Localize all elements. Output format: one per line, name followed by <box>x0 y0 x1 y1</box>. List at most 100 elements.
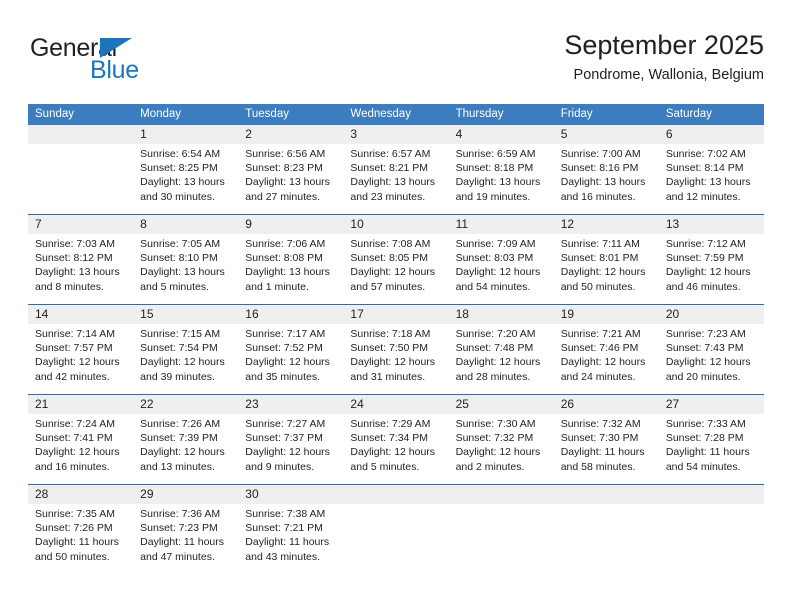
daylight-text: Daylight: 12 hours and 50 minutes. <box>560 266 646 293</box>
weekday-header-thursday: Thursday <box>455 108 504 120</box>
calendar-day-cell[interactable]: 12 Sunrise: 7:11 AM Sunset: 8:01 PM Dayligh… <box>554 215 659 304</box>
daylight-text: Daylight: 12 hours and 20 minutes. <box>665 356 751 383</box>
day-sun-info: Sunrise: 7:02 AM Sunset: 8:14 PM Daylight:… <box>666 147 757 204</box>
calendar-day-cell[interactable]: 13 Sunrise: 7:12 AM Sunset: 7:59 PM Dayligh… <box>659 215 764 304</box>
day-sun-info: Sunrise: 7:30 AM Sunset: 7:32 PM Daylight:… <box>456 417 547 474</box>
calendar-day-cell[interactable]: 24 Sunrise: 7:29 AM Sunset: 7:34 PM Dayligh… <box>343 395 448 484</box>
calendar-day-cell[interactable]: 10 Sunrise: 7:08 AM Sunset: 8:05 PM Dayligh… <box>343 215 448 304</box>
blue-triangle-icon <box>100 38 132 58</box>
day-number: 14 <box>35 307 49 321</box>
weekday-header-monday: Monday <box>140 108 182 120</box>
day-sun-info: Sunrise: 7:09 AM Sunset: 8:03 PM Daylight:… <box>456 237 547 294</box>
sunrise-text: Sunrise: 7:06 AM <box>245 238 326 250</box>
sunset-text: Sunset: 8:14 PM <box>665 162 744 175</box>
calendar-day-cell[interactable]: 17 Sunrise: 7:18 AM Sunset: 7:50 PM Dayligh… <box>343 305 448 394</box>
day-sun-info: Sunrise: 7:27 AM Sunset: 7:37 PM Daylight:… <box>245 417 336 474</box>
sunrise-text: Sunrise: 7:15 AM <box>140 328 221 340</box>
day-sun-info: Sunrise: 7:18 AM Sunset: 7:50 PM Daylight:… <box>350 327 441 384</box>
sunset-text: Sunset: 8:23 PM <box>245 162 323 175</box>
sunrise-text: Sunrise: 6:54 AM <box>140 148 221 160</box>
daylight-text: Daylight: 12 hours and 35 minutes. <box>245 356 330 383</box>
day-sun-info: Sunrise: 7:26 AM Sunset: 7:39 PM Daylight:… <box>140 417 231 474</box>
day-sun-info: Sunrise: 6:54 AM Sunset: 8:25 PM Daylight:… <box>140 147 231 204</box>
calendar-day-cell[interactable]: 1 Sunrise: 6:54 AM Sunset: 8:25 PM Daylight… <box>133 125 238 214</box>
daylight-text: Daylight: 11 hours and 58 minutes. <box>560 446 645 473</box>
calendar-day-cell[interactable]: 22 Sunrise: 7:26 AM Sunset: 7:39 PM Dayligh… <box>133 395 238 484</box>
calendar-grid: Sunday Monday Tuesday Wednesday Thursday… <box>28 104 764 574</box>
calendar-day-cell[interactable]: 11 Sunrise: 7:09 AM Sunset: 8:03 PM Dayligh… <box>449 215 554 304</box>
calendar-day-cell[interactable]: 27 Sunrise: 7:33 AM Sunset: 7:28 PM Dayligh… <box>659 395 764 484</box>
calendar-day-cell[interactable]: 18 Sunrise: 7:20 AM Sunset: 7:48 PM Dayligh… <box>449 305 554 394</box>
weekday-header-friday: Friday <box>560 108 593 120</box>
calendar-day-cell[interactable]: 25 Sunrise: 7:30 AM Sunset: 7:32 PM Dayligh… <box>449 395 554 484</box>
calendar-day-cell[interactable]: 19 Sunrise: 7:21 AM Sunset: 7:46 PM Dayligh… <box>554 305 659 394</box>
sunrise-text: Sunrise: 7:24 AM <box>35 418 115 430</box>
calendar-day-cell[interactable]: 16 Sunrise: 7:17 AM Sunset: 7:52 PM Dayligh… <box>238 305 343 394</box>
daylight-text: Daylight: 12 hours and 46 minutes. <box>665 266 751 293</box>
day-number: 6 <box>665 127 673 141</box>
sunset-text: Sunset: 7:59 PM <box>665 252 744 265</box>
daylight-text: Daylight: 13 hours and 8 minutes. <box>35 266 120 293</box>
day-sun-info: Sunrise: 6:59 AM Sunset: 8:18 PM Daylight:… <box>456 147 547 204</box>
calendar-week-cells: 14 Sunrise: 7:14 AM Sunset: 7:57 PM Dayligh… <box>28 305 764 394</box>
sunset-text: Sunset: 8:16 PM <box>560 162 639 175</box>
sunrise-text: Sunrise: 7:02 AM <box>665 148 746 160</box>
calendar-cell-empty <box>28 125 133 214</box>
calendar-day-cell[interactable]: 3 Sunrise: 6:57 AM Sunset: 8:21 PM Daylight… <box>343 125 448 214</box>
general-blue-logo[interactable]: General Blue <box>28 34 238 94</box>
sunrise-text: Sunrise: 7:23 AM <box>665 328 746 340</box>
sunset-text: Sunset: 7:52 PM <box>245 342 323 355</box>
weekday-header-wednesday: Wednesday <box>350 108 411 120</box>
daylight-text: Daylight: 12 hours and 42 minutes. <box>35 356 120 383</box>
calendar-day-cell[interactable]: 23 Sunrise: 7:27 AM Sunset: 7:37 PM Dayligh… <box>238 395 343 484</box>
calendar-day-cell[interactable]: 8 Sunrise: 7:05 AM Sunset: 8:10 PM Daylight… <box>133 215 238 304</box>
sunrise-text: Sunrise: 7:00 AM <box>560 148 641 160</box>
calendar-day-cell[interactable]: 21 Sunrise: 7:24 AM Sunset: 7:41 PM Dayligh… <box>28 395 133 484</box>
day-number: 23 <box>245 397 259 411</box>
calendar-day-cell[interactable]: 4 Sunrise: 6:59 AM Sunset: 8:18 PM Daylight… <box>449 125 554 214</box>
page-subtitle: Pondrome, Wallonia, Belgium <box>573 67 764 83</box>
calendar-day-cell[interactable]: 5 Sunrise: 7:00 AM Sunset: 8:16 PM Daylight… <box>554 125 659 214</box>
sunset-text: Sunset: 8:10 PM <box>140 252 218 265</box>
daylight-text: Daylight: 13 hours and 1 minute. <box>245 266 330 293</box>
sunset-text: Sunset: 7:39 PM <box>140 432 218 445</box>
calendar-day-cell[interactable]: 28 Sunrise: 7:35 AM Sunset: 7:26 PM Dayligh… <box>28 485 133 574</box>
day-number: 29 <box>140 487 154 501</box>
sunrise-text: Sunrise: 7:30 AM <box>455 418 536 430</box>
sunset-text: Sunset: 7:26 PM <box>35 522 113 535</box>
calendar-day-cell[interactable]: 6 Sunrise: 7:02 AM Sunset: 8:14 PM Daylight… <box>659 125 764 214</box>
daylight-text: Daylight: 12 hours and 24 minutes. <box>560 356 646 383</box>
day-number: 12 <box>560 217 575 231</box>
calendar-day-cell[interactable]: 2 Sunrise: 6:56 AM Sunset: 8:23 PM Daylight… <box>238 125 343 214</box>
calendar-day-cell[interactable]: 20 Sunrise: 7:23 AM Sunset: 7:43 PM Dayligh… <box>659 305 764 394</box>
calendar-day-cell[interactable]: 29 Sunrise: 7:36 AM Sunset: 7:23 PM Dayligh… <box>133 485 238 574</box>
sunrise-text: Sunrise: 7:08 AM <box>350 238 431 250</box>
sunrise-text: Sunrise: 7:33 AM <box>665 418 746 430</box>
day-sun-info: Sunrise: 7:38 AM Sunset: 7:21 PM Daylight:… <box>245 507 336 564</box>
calendar-week-cells: 1 Sunrise: 6:54 AM Sunset: 8:25 PM Daylight… <box>28 125 764 214</box>
day-number: 10 <box>350 217 364 231</box>
sunset-text: Sunset: 7:48 PM <box>455 342 534 355</box>
day-number: 9 <box>245 217 252 231</box>
day-number: 5 <box>560 127 568 141</box>
weekday-header-sunday: Sunday <box>35 108 75 120</box>
day-sun-info: Sunrise: 7:12 AM Sunset: 7:59 PM Daylight:… <box>666 237 757 294</box>
weekday-header-saturday: Saturday <box>665 108 712 120</box>
day-number: 28 <box>35 487 49 501</box>
calendar-day-cell[interactable]: 26 Sunrise: 7:32 AM Sunset: 7:30 PM Dayligh… <box>554 395 659 484</box>
day-number: 15 <box>140 307 154 321</box>
sunrise-text: Sunrise: 7:09 AM <box>455 238 536 250</box>
calendar-day-cell[interactable]: 30 Sunrise: 7:38 AM Sunset: 7:21 PM Dayligh… <box>238 485 343 574</box>
calendar-day-cell[interactable]: 14 Sunrise: 7:14 AM Sunset: 7:57 PM Dayligh… <box>28 305 133 394</box>
sunrise-text: Sunrise: 7:05 AM <box>140 238 221 250</box>
calendar-day-cell[interactable]: 15 Sunrise: 7:15 AM Sunset: 7:54 PM Dayligh… <box>133 305 238 394</box>
day-sun-info: Sunrise: 7:11 AM Sunset: 8:01 PM Daylight:… <box>561 237 652 294</box>
calendar-day-cell[interactable]: 7 Sunrise: 7:03 AM Sunset: 8:12 PM Daylight… <box>28 215 133 304</box>
daylight-text: Daylight: 12 hours and 9 minutes. <box>245 446 330 473</box>
day-sun-info: Sunrise: 7:29 AM Sunset: 7:34 PM Daylight:… <box>350 417 441 474</box>
sunrise-text: Sunrise: 7:38 AM <box>245 508 326 520</box>
sunset-text: Sunset: 7:32 PM <box>455 432 534 445</box>
calendar-day-cell[interactable]: 9 Sunrise: 7:06 AM Sunset: 8:08 PM Daylight… <box>238 215 343 304</box>
day-sun-info: Sunrise: 7:36 AM Sunset: 7:23 PM Daylight:… <box>140 507 231 564</box>
calendar-week-row: 14 Sunrise: 7:14 AM Sunset: 7:57 PM Dayligh… <box>28 304 764 394</box>
